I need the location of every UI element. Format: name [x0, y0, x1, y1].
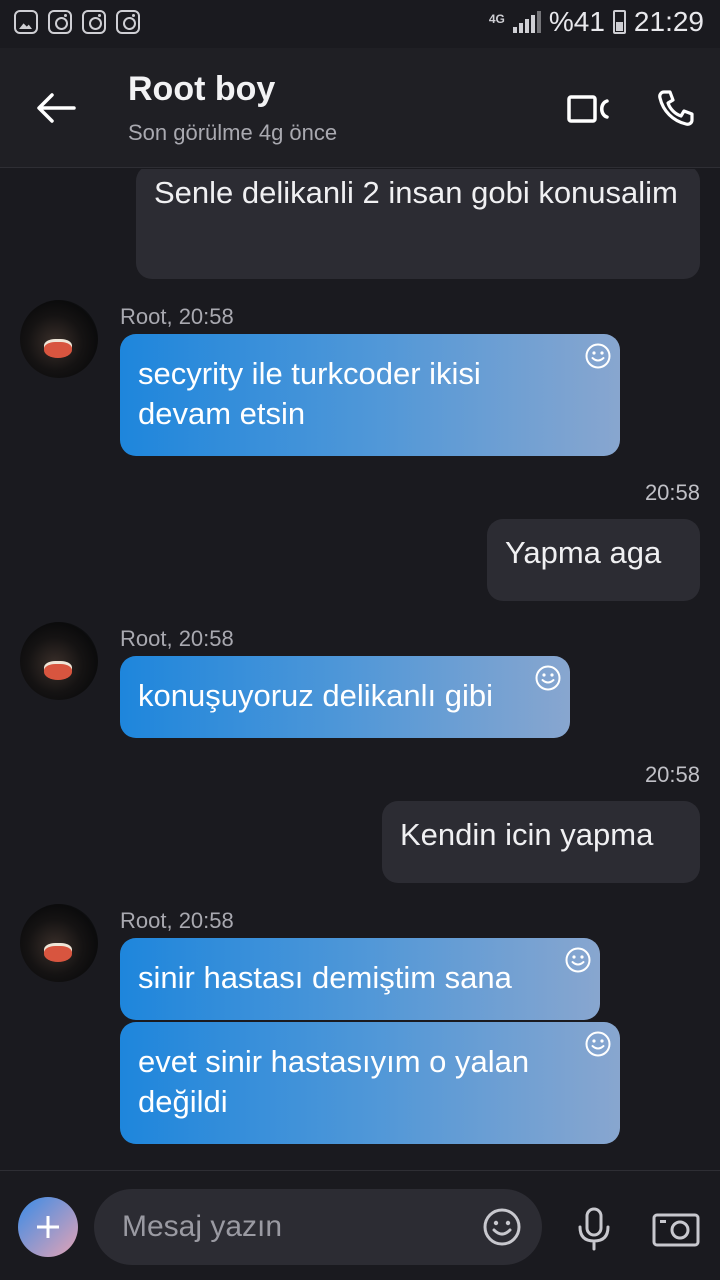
avatar[interactable] [20, 300, 98, 378]
back-arrow-icon[interactable] [34, 88, 78, 128]
battery-icon [612, 10, 626, 34]
signal-icon [512, 11, 541, 33]
message-text: secyrity ile turkcoder ikisi devam etsin [138, 356, 481, 431]
outgoing-message[interactable]: Yapma aga [487, 519, 700, 601]
avatar[interactable] [20, 904, 98, 982]
reaction-smile-icon[interactable] [584, 1030, 612, 1058]
clock: 21:29 [633, 6, 704, 37]
phone-call-icon[interactable] [656, 88, 696, 128]
message-time: 20:58 [644, 480, 700, 505]
microphone-icon[interactable] [574, 1207, 614, 1251]
message-text: konuşuyoruz delikanlı gibi [138, 678, 493, 713]
message-meta: Root, 20:58 [120, 626, 234, 651]
avatar[interactable] [20, 622, 98, 700]
camera-icon[interactable] [652, 1211, 700, 1247]
instagram-icon [116, 10, 140, 34]
outgoing-message[interactable]: Kendin icin yapma [382, 801, 700, 883]
instagram-icon [48, 10, 72, 34]
reaction-smile-icon[interactable] [584, 342, 612, 370]
status-bar: 4G %41 21:29 [0, 0, 720, 48]
reaction-smile-icon[interactable] [564, 946, 592, 974]
message-input[interactable] [122, 1207, 462, 1247]
reaction-smile-icon[interactable] [534, 664, 562, 692]
message-list[interactable]: Senle delikanli 2 insan gobi konusalim R… [0, 169, 720, 1170]
gallery-icon [14, 10, 38, 34]
video-call-icon[interactable] [566, 92, 610, 126]
message-composer [0, 1170, 720, 1280]
network-type: 4G [488, 12, 505, 26]
message-meta: Root, 20:58 [120, 908, 234, 933]
contact-name[interactable]: Root boy [128, 70, 275, 109]
incoming-message[interactable]: secyrity ile turkcoder ikisi devam etsin [120, 334, 620, 456]
add-attachment-button[interactable] [18, 1197, 78, 1257]
incoming-message[interactable]: sinir hastası demiştim sana [120, 938, 600, 1020]
message-text: evet sinir hastasıyım o yalan değildi [138, 1044, 530, 1119]
outgoing-message[interactable]: Senle delikanli 2 insan gobi konusalim [136, 169, 700, 279]
battery-percent: %41 [548, 6, 605, 37]
incoming-message[interactable]: evet sinir hastasıyım o yalan değildi [120, 1022, 620, 1144]
emoji-icon[interactable] [482, 1207, 522, 1247]
message-meta: Root, 20:58 [120, 304, 234, 329]
message-text: sinir hastası demiştim sana [138, 960, 512, 995]
message-input-container[interactable] [94, 1189, 542, 1265]
incoming-message[interactable]: konuşuyoruz delikanlı gibi [120, 656, 570, 738]
status-right: 4G %41 21:29 [489, 6, 704, 38]
notification-icons [14, 10, 140, 34]
last-seen: Son görülme 4g önce [128, 120, 338, 145]
chat-header: Root boy Son görülme 4g önce [0, 48, 720, 168]
message-time: 20:58 [644, 762, 700, 787]
instagram-icon [82, 10, 106, 34]
